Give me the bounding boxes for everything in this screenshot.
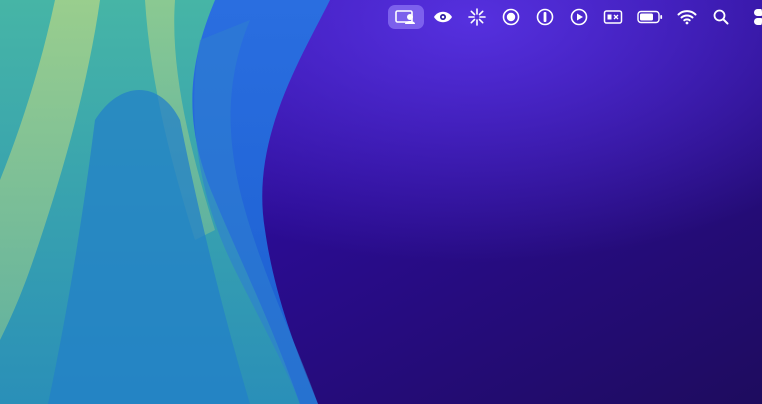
keyboard-input-icon[interactable]	[598, 5, 628, 29]
desktop-wallpaper	[0, 0, 762, 404]
battery-icon[interactable]	[632, 5, 668, 29]
wifi-icon[interactable]	[672, 5, 702, 29]
menu-bar	[384, 4, 762, 30]
control-center-icon[interactable]	[740, 5, 762, 29]
password-manager-icon[interactable]	[530, 5, 560, 29]
screen-sharing-icon[interactable]	[388, 5, 424, 29]
play-circle-icon[interactable]	[564, 5, 594, 29]
circle-record-icon[interactable]	[496, 5, 526, 29]
sparkle-burst-icon[interactable]	[462, 5, 492, 29]
search-icon[interactable]	[706, 5, 736, 29]
eye-icon[interactable]	[428, 5, 458, 29]
